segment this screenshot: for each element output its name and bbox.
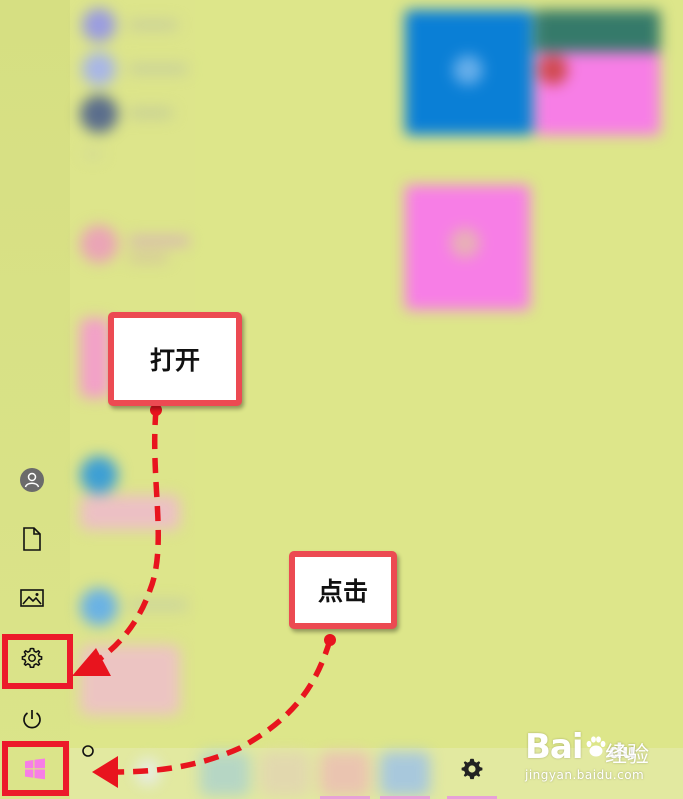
- callout-open: 打开: [108, 312, 242, 406]
- watermark-brand-bai: Bai: [525, 727, 584, 767]
- arrow-head: [72, 648, 111, 676]
- watermark-url: jingyan.baidu.com: [525, 768, 645, 782]
- callout-open-text: 打开: [149, 346, 200, 375]
- arrow-start-dot: [324, 634, 336, 646]
- callout-click-text: 点击: [317, 577, 368, 606]
- watermark-jingyan: 经验: [605, 743, 650, 768]
- callout-click: 点击: [289, 551, 397, 629]
- arrow-head: [92, 756, 118, 788]
- annotation-arrows: [72, 404, 336, 788]
- baidu-watermark: Bai du 经验 jingyan.baidu.com: [525, 725, 680, 791]
